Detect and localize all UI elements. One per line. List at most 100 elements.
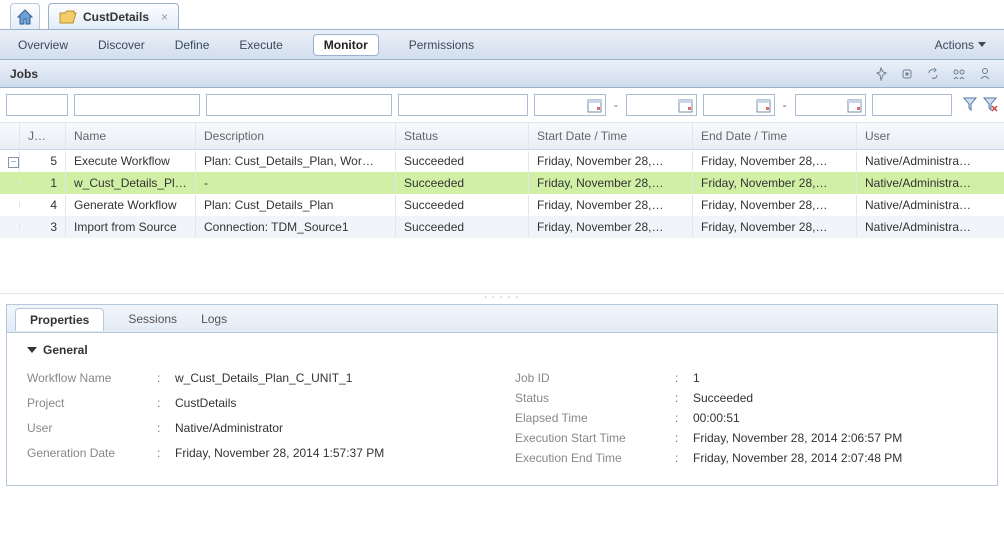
- label-job-id: Job ID: [515, 371, 675, 385]
- value-workflow-name: w_Cust_Details_Plan_C_UNIT_1: [175, 371, 475, 390]
- folder-open-icon: [59, 10, 77, 24]
- table-row[interactable]: 1 w_Cust_Details_Pl… - Succeeded Friday,…: [0, 172, 1004, 194]
- cell-desc: -: [196, 173, 396, 193]
- refresh-icon[interactable]: [924, 65, 942, 83]
- filter-start-to[interactable]: [626, 94, 697, 116]
- home-icon: [16, 9, 34, 25]
- col-start[interactable]: Start Date / Time: [529, 123, 693, 149]
- label-project: Project: [27, 396, 157, 415]
- col-end[interactable]: End Date / Time: [693, 123, 857, 149]
- collapse-icon[interactable]: −: [8, 157, 19, 168]
- cell-start: Friday, November 28,…: [529, 195, 693, 215]
- filter-start-from[interactable]: [534, 94, 605, 116]
- filter-name[interactable]: [74, 94, 200, 116]
- jobs-title: Jobs: [10, 67, 38, 81]
- cell-desc: Plan: Cust_Details_Plan: [196, 195, 396, 215]
- calendar-icon: [587, 98, 602, 116]
- cell-status: Succeeded: [396, 195, 529, 215]
- collapse-section-icon: [27, 347, 37, 353]
- tab-properties[interactable]: Properties: [15, 308, 104, 331]
- columns-icon[interactable]: [950, 65, 968, 83]
- col-job-id[interactable]: Job ID: [20, 123, 66, 149]
- table-row[interactable]: 4 Generate Workflow Plan: Cust_Details_P…: [0, 194, 1004, 216]
- value-elapsed: 00:00:51: [693, 411, 953, 425]
- chevron-down-icon: [978, 42, 986, 47]
- section-general-header[interactable]: General: [27, 343, 977, 357]
- cell-name: w_Cust_Details_Pl…: [66, 173, 196, 193]
- table-row[interactable]: − 5 Execute Workflow Plan: Cust_Details_…: [0, 150, 1004, 172]
- filter-job-id[interactable]: [6, 94, 68, 116]
- cell-start: Friday, November 28,…: [529, 151, 693, 171]
- subnav-execute[interactable]: Execute: [239, 38, 282, 52]
- cell-user: Native/Administra…: [857, 217, 1004, 237]
- label-workflow-name: Workflow Name: [27, 371, 157, 390]
- filter-status[interactable]: [398, 94, 528, 116]
- subnav-overview[interactable]: Overview: [18, 38, 68, 52]
- close-icon[interactable]: ×: [161, 10, 168, 24]
- calendar-icon: [756, 98, 771, 116]
- stop-icon[interactable]: [898, 65, 916, 83]
- tab-sessions[interactable]: Sessions: [128, 312, 177, 326]
- value-generation-date: Friday, November 28, 2014 1:57:37 PM: [175, 446, 475, 465]
- value-project: CustDetails: [175, 396, 475, 415]
- dash: -: [781, 98, 789, 112]
- subnav-monitor[interactable]: Monitor: [313, 34, 379, 56]
- cell-user: Native/Administra…: [857, 173, 1004, 193]
- table-row[interactable]: 3 Import from Source Connection: TDM_Sou…: [0, 216, 1004, 238]
- col-description[interactable]: Description: [196, 123, 396, 149]
- tab-custdetails[interactable]: CustDetails ×: [48, 3, 179, 29]
- label-exec-end: Execution End Time: [515, 451, 675, 465]
- tab-label: CustDetails: [83, 10, 149, 24]
- dash: -: [612, 98, 620, 112]
- col-name[interactable]: Name: [66, 123, 196, 149]
- filter-user[interactable]: [872, 94, 952, 116]
- label-status: Status: [515, 391, 675, 405]
- cell-user: Native/Administra…: [857, 151, 1004, 171]
- filter-end-to[interactable]: [795, 94, 866, 116]
- value-job-id: 1: [693, 371, 953, 385]
- calendar-icon: [678, 98, 693, 116]
- filter-description[interactable]: [206, 94, 392, 116]
- cell-id: 1: [20, 173, 66, 193]
- cell-name: Import from Source: [66, 217, 196, 237]
- cell-desc: Plan: Cust_Details_Plan, Wor…: [196, 151, 396, 171]
- value-status: Succeeded: [693, 391, 953, 405]
- actions-menu[interactable]: Actions: [935, 38, 986, 52]
- cell-desc: Connection: TDM_Source1: [196, 217, 396, 237]
- label-user: User: [27, 421, 157, 440]
- cell-id: 4: [20, 195, 66, 215]
- cell-end: Friday, November 28,…: [693, 151, 857, 171]
- calendar-icon: [847, 98, 862, 116]
- cell-name: Execute Workflow: [66, 151, 196, 171]
- label-exec-start: Execution Start Time: [515, 431, 675, 445]
- clear-filter-icon[interactable]: [982, 96, 998, 115]
- cell-id: 3: [20, 217, 66, 237]
- cell-user: Native/Administra…: [857, 195, 1004, 215]
- detail-icon[interactable]: [976, 65, 994, 83]
- cell-end: Friday, November 28,…: [693, 195, 857, 215]
- cell-status: Succeeded: [396, 173, 529, 193]
- subnav-permissions[interactable]: Permissions: [409, 38, 474, 52]
- value-exec-end: Friday, November 28, 2014 2:07:48 PM: [693, 451, 953, 465]
- label-generation-date: Generation Date: [27, 446, 157, 465]
- actions-label: Actions: [935, 38, 974, 52]
- col-user[interactable]: User: [857, 123, 1004, 149]
- cell-start: Friday, November 28,…: [529, 173, 693, 193]
- value-user: Native/Administrator: [175, 421, 475, 440]
- tab-logs[interactable]: Logs: [201, 312, 227, 326]
- apply-filter-icon[interactable]: [962, 96, 978, 115]
- split-grip[interactable]: ▪ ▪ ▪ ▪ ▪: [0, 294, 1004, 302]
- value-exec-start: Friday, November 28, 2014 2:06:57 PM: [693, 431, 953, 445]
- filter-end-from[interactable]: [703, 94, 774, 116]
- subnav-define[interactable]: Define: [175, 38, 210, 52]
- home-tab-button[interactable]: [10, 3, 40, 29]
- cell-end: Friday, November 28,…: [693, 217, 857, 237]
- section-title: General: [43, 343, 88, 357]
- cell-status: Succeeded: [396, 217, 529, 237]
- cell-start: Friday, November 28,…: [529, 217, 693, 237]
- cell-status: Succeeded: [396, 151, 529, 171]
- label-elapsed: Elapsed Time: [515, 411, 675, 425]
- subnav-discover[interactable]: Discover: [98, 38, 145, 52]
- col-status[interactable]: Status: [396, 123, 529, 149]
- pin-icon[interactable]: [872, 65, 890, 83]
